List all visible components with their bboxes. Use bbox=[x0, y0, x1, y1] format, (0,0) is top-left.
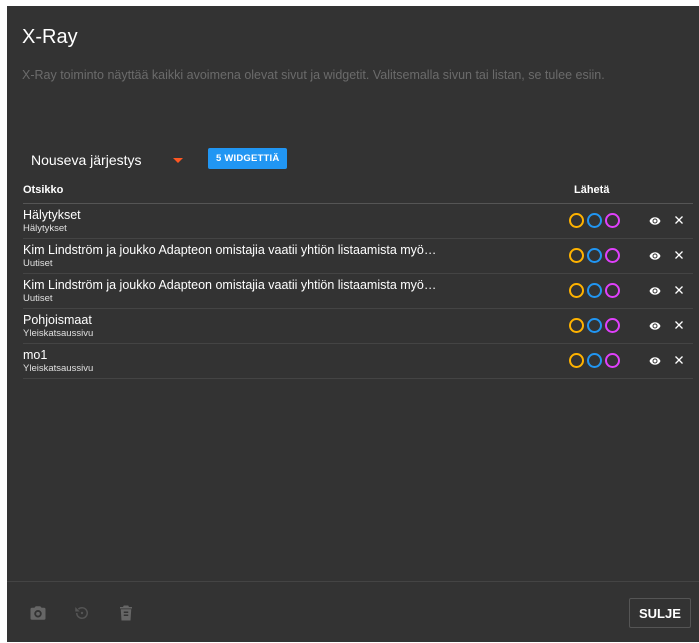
send-blue-circle-icon[interactable] bbox=[587, 353, 602, 368]
send-targets bbox=[569, 353, 620, 368]
column-header-title: Otsikko bbox=[23, 184, 64, 196]
send-yellow-circle-icon[interactable] bbox=[569, 283, 584, 298]
send-yellow-circle-icon[interactable] bbox=[569, 248, 584, 263]
delete-icon[interactable] bbox=[117, 604, 135, 622]
send-magenta-circle-icon[interactable] bbox=[605, 353, 620, 368]
table-row[interactable]: Pohjoismaat Yleiskatsaussivu bbox=[23, 309, 693, 344]
row-subtitle: Uutiset bbox=[23, 258, 53, 269]
send-magenta-circle-icon[interactable] bbox=[605, 283, 620, 298]
table-row[interactable]: mo1 Yleiskatsaussivu bbox=[23, 344, 693, 379]
send-blue-circle-icon[interactable] bbox=[587, 318, 602, 333]
close-icon[interactable] bbox=[673, 354, 685, 366]
row-title: Kim Lindström ja joukko Adapteon omistaj… bbox=[23, 278, 437, 292]
table-row[interactable]: Kim Lindström ja joukko Adapteon omistaj… bbox=[23, 239, 693, 274]
send-yellow-circle-icon[interactable] bbox=[569, 318, 584, 333]
close-icon[interactable] bbox=[673, 319, 685, 331]
eye-icon[interactable] bbox=[648, 320, 662, 332]
send-blue-circle-icon[interactable] bbox=[587, 213, 602, 228]
send-magenta-circle-icon[interactable] bbox=[605, 213, 620, 228]
close-icon[interactable] bbox=[673, 249, 685, 261]
xray-table: Otsikko Lähetä Hälytykset Hälytykset Kim… bbox=[23, 178, 693, 379]
close-button[interactable]: SULJE bbox=[629, 598, 691, 628]
close-icon[interactable] bbox=[673, 284, 685, 296]
row-title: Kim Lindström ja joukko Adapteon omistaj… bbox=[23, 243, 437, 257]
send-magenta-circle-icon[interactable] bbox=[605, 248, 620, 263]
widget-count-button[interactable]: 5 WIDGETTIÄ bbox=[208, 148, 288, 169]
dialog-title: X-Ray bbox=[22, 26, 78, 48]
send-blue-circle-icon[interactable] bbox=[587, 248, 602, 263]
table-header: Otsikko Lähetä bbox=[23, 178, 693, 204]
dialog-footer: SULJE bbox=[7, 581, 699, 643]
restore-icon[interactable] bbox=[73, 604, 91, 622]
dialog-description: X-Ray toiminto näyttää kaikki avoimena o… bbox=[22, 68, 605, 82]
row-subtitle: Hälytykset bbox=[23, 223, 67, 234]
row-title: mo1 bbox=[23, 348, 48, 362]
row-subtitle: Yleiskatsaussivu bbox=[23, 363, 94, 374]
send-targets bbox=[569, 318, 620, 333]
camera-icon[interactable] bbox=[29, 604, 47, 622]
row-subtitle: Yleiskatsaussivu bbox=[23, 328, 94, 339]
eye-icon[interactable] bbox=[648, 250, 662, 262]
send-targets bbox=[569, 213, 620, 228]
table-row[interactable]: Kim Lindström ja joukko Adapteon omistaj… bbox=[23, 274, 693, 309]
sort-order-label: Nouseva järjestys bbox=[31, 152, 142, 168]
sort-order-select[interactable]: Nouseva järjestys bbox=[31, 149, 191, 171]
send-magenta-circle-icon[interactable] bbox=[605, 318, 620, 333]
row-title: Pohjoismaat bbox=[23, 313, 92, 327]
send-yellow-circle-icon[interactable] bbox=[569, 213, 584, 228]
eye-icon[interactable] bbox=[648, 355, 662, 367]
close-icon[interactable] bbox=[673, 214, 685, 226]
eye-icon[interactable] bbox=[648, 285, 662, 297]
xray-dialog: X-Ray X-Ray toiminto näyttää kaikki avoi… bbox=[7, 6, 699, 642]
row-subtitle: Uutiset bbox=[23, 293, 53, 304]
dropdown-caret-icon bbox=[173, 158, 183, 163]
send-targets bbox=[569, 283, 620, 298]
table-row[interactable]: Hälytykset Hälytykset bbox=[23, 204, 693, 239]
send-blue-circle-icon[interactable] bbox=[587, 283, 602, 298]
column-header-send: Lähetä bbox=[574, 184, 610, 196]
row-title: Hälytykset bbox=[23, 208, 81, 222]
send-yellow-circle-icon[interactable] bbox=[569, 353, 584, 368]
eye-icon[interactable] bbox=[648, 215, 662, 227]
send-targets bbox=[569, 248, 620, 263]
